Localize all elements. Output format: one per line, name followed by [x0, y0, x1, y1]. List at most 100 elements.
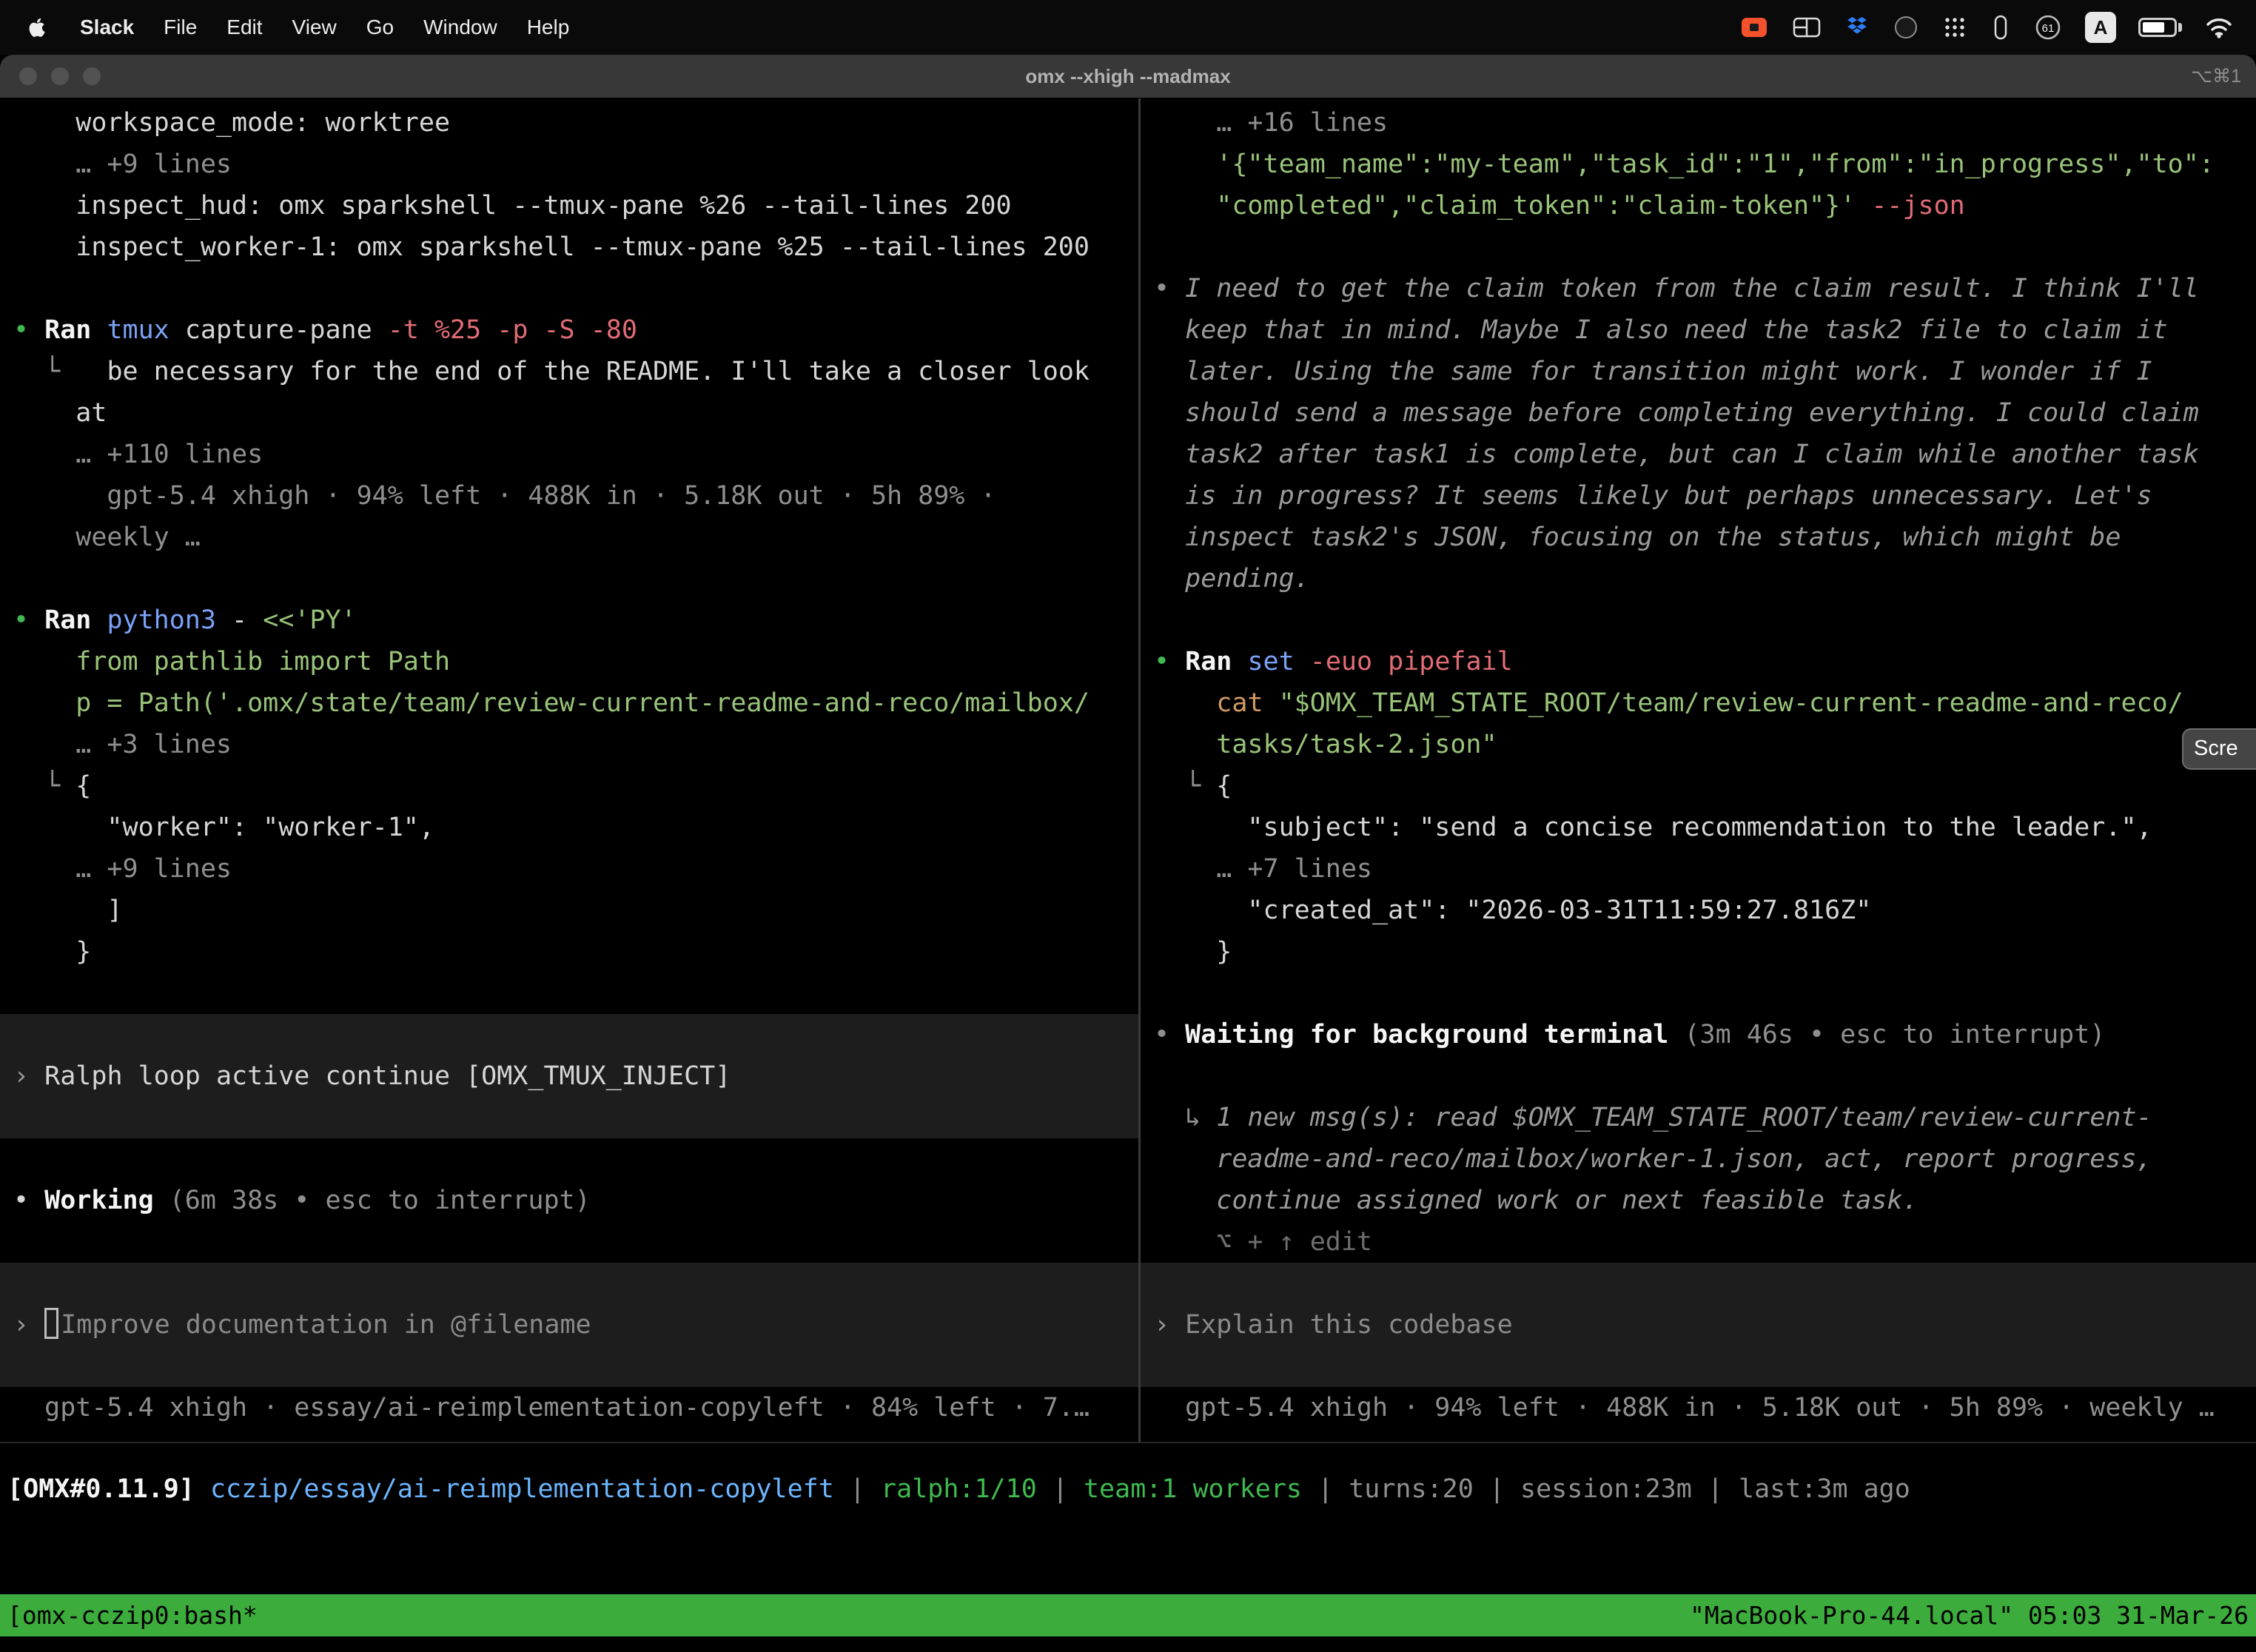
- window-tiling-icon[interactable]: [1792, 0, 1822, 55]
- screen-capture-toast[interactable]: Scre: [2182, 728, 2256, 770]
- text-segment: gpt-5.4 xhigh · essay/ai-reimplementatio…: [13, 1393, 1090, 1423]
- terminal-line: … +16 lines: [1154, 102, 2256, 144]
- text-segment: cczip/essay/ai-reimplementation-copyleft: [210, 1474, 834, 1504]
- text-segment: |: [834, 1474, 881, 1504]
- text-segment: •: [1154, 1020, 1185, 1050]
- menu-item-window[interactable]: Window: [409, 16, 512, 39]
- text-segment: team:1 workers: [1084, 1474, 1302, 1504]
- text-segment: gpt-5.4 xhigh · 94% left · 488K in · 5.1…: [1154, 1393, 2215, 1423]
- text-segment: task2 after task1 is complete, but can I…: [1154, 440, 2199, 469]
- terminal-line: [13, 973, 1138, 1014]
- text-segment: |: [1302, 1474, 1349, 1504]
- text-segment: should send a message before completing …: [1154, 398, 2199, 428]
- terminal-line: "subject": "send a concise recommendatio…: [1154, 807, 2256, 848]
- terminal-line: "created_at": "2026-03-31T11:59:27.816Z": [1154, 890, 2256, 931]
- terminal-line: [1141, 1263, 2256, 1304]
- terminal-line: [1154, 973, 2256, 1014]
- text-segment: tasks/task-2.json": [1154, 730, 1497, 759]
- text-segment: |: [1037, 1474, 1084, 1504]
- menu-item-go[interactable]: Go: [352, 16, 409, 39]
- screen-recording-indicator-icon[interactable]: [1739, 0, 1770, 55]
- text-segment: |: [1474, 1474, 1520, 1504]
- menu-item-edit[interactable]: Edit: [212, 16, 277, 39]
- text-segment: "created_at": "2026-03-31T11:59:27.816Z": [1154, 896, 1871, 925]
- text-segment: [195, 1474, 210, 1504]
- text-segment: [1154, 688, 1216, 718]
- menu-item-view[interactable]: View: [278, 16, 352, 39]
- zoom-button[interactable]: [83, 67, 101, 85]
- terminal-line: … +7 lines: [1154, 848, 2256, 890]
- terminal-line: "worker": "worker-1",: [13, 807, 1138, 848]
- terminal-line: └ be necessary for the end of the README…: [13, 351, 1138, 392]
- apple-menu[interactable]: [22, 15, 65, 40]
- terminal-line: p = Path('.omx/state/team/review-current…: [13, 682, 1138, 724]
- prompt-input[interactable]: › Explain this codebase: [1141, 1304, 2256, 1346]
- input-source-icon[interactable]: A: [2085, 0, 2116, 55]
- window-shortcut-hint: ⌥⌘1: [2191, 65, 2241, 87]
- battery-icon[interactable]: [2138, 0, 2182, 55]
- dots-grid-icon[interactable]: [1941, 0, 1968, 55]
- text-segment: '{"team_name":"my-team","task_id":"1","f…: [1154, 150, 2215, 179]
- window-titlebar[interactable]: omx --xhigh --madmax ⌥⌘1: [0, 55, 2256, 98]
- apple-icon: [27, 15, 49, 40]
- window-bottom-edge: [0, 1636, 2256, 1652]
- terminal-line: gpt-5.4 xhigh · 94% left · 488K in · 5.1…: [1154, 1387, 2256, 1428]
- text-segment: continue assigned work or next feasible …: [1154, 1186, 1918, 1215]
- text-segment: ›: [13, 1310, 44, 1340]
- text-segment: … +9 lines: [13, 854, 232, 884]
- terminal-line: • Working (6m 38s • esc to interrupt): [13, 1180, 1138, 1221]
- text-segment: p = Path('.omx/state/team/review-current…: [13, 688, 1090, 718]
- terminal-pane-right[interactable]: … +16 lines '{"team_name":"my-team","tas…: [1141, 98, 2256, 1442]
- menu-item-help[interactable]: Help: [512, 16, 585, 39]
- text-segment: --json: [1871, 191, 1964, 221]
- terminal-line: from pathlib import Path: [13, 641, 1138, 682]
- terminal-line: [0, 1014, 1138, 1055]
- text-segment: gpt-5.4 xhigh · 94% left · 488K in · 5.1…: [13, 481, 996, 511]
- dropbox-icon[interactable]: [1844, 0, 1870, 55]
- text-segment: inspect_worker-1: omx sparkshell --tmux-…: [13, 232, 1090, 262]
- dark-app-icon[interactable]: [1893, 0, 1919, 55]
- terminal-line: workspace_mode: worktree: [13, 102, 1138, 144]
- text-segment: (3m 46s • esc to interrupt): [1684, 1020, 2105, 1050]
- text-segment: is in progress? It seems likely but perh…: [1154, 481, 2152, 511]
- text-segment: -: [232, 605, 263, 635]
- terminal-line: ]: [13, 890, 1138, 931]
- terminal-line: └ {: [13, 765, 1138, 807]
- terminal-line: }: [13, 931, 1138, 973]
- text-segment: session:23m: [1520, 1474, 1692, 1504]
- text-segment: workspace_mode: worktree: [13, 108, 450, 138]
- text-segment: ›: [1154, 1310, 1185, 1340]
- terminal-line: • I need to get the claim token from the…: [1154, 268, 2256, 309]
- terminal-line: inspect task2's JSON, focusing on the st…: [1154, 517, 2256, 558]
- screen-capture-toast-label: Scre: [2194, 736, 2238, 760]
- battery-percent-gauge-icon[interactable]: 61: [2033, 0, 2063, 55]
- active-app-name[interactable]: Slack: [65, 16, 149, 39]
- terminal-line: [13, 1221, 1138, 1263]
- menu-item-file[interactable]: File: [149, 16, 212, 39]
- text-segment: "worker": "worker-1",: [13, 813, 434, 842]
- text-segment: … +110 lines: [13, 440, 263, 469]
- text-segment: tmux: [107, 315, 184, 345]
- text-segment: |: [1692, 1474, 1739, 1504]
- text-segment: later. Using the same for transition mig…: [1154, 357, 2152, 386]
- terminal-line: gpt-5.4 xhigh · 94% left · 488K in · 5.1…: [13, 475, 1138, 517]
- terminal-line: keep that in mind. Maybe I also need the…: [1154, 309, 2256, 351]
- terminal-line: cat "$OMX_TEAM_STATE_ROOT/team/review-cu…: [1154, 682, 2256, 724]
- sidecar-pill-icon[interactable]: [1990, 0, 2011, 55]
- minimize-button[interactable]: [51, 67, 69, 85]
- terminal-line: • Ran tmux capture-pane -t %25 -p -S -80: [13, 309, 1138, 351]
- terminal-pane-left[interactable]: workspace_mode: worktree … +9 lines insp…: [0, 98, 1138, 1442]
- text-segment: -t %25 -p -S -80: [388, 315, 637, 345]
- close-button[interactable]: [19, 67, 37, 85]
- text-segment: Waiting for background terminal: [1185, 1020, 1684, 1050]
- terminal-line: at: [13, 392, 1138, 434]
- text-segment: keep that in mind. Maybe I also need the…: [1154, 315, 2168, 345]
- omx-status-bar: [OMX#0.11.9] cczip/essay/ai-reimplementa…: [0, 1468, 2256, 1510]
- wifi-icon[interactable]: [2204, 0, 2234, 55]
- tmux-host-clock: "MacBook-Pro-44.local" 05:03 31-Mar-26: [1690, 1595, 2249, 1636]
- text-segment: <<'PY': [263, 605, 356, 635]
- text-segment: Ran: [44, 315, 107, 345]
- prompt-input[interactable]: › Improve documentation in @filename: [0, 1304, 1138, 1346]
- terminal-line: should send a message before completing …: [1154, 392, 2256, 434]
- terminal-content: workspace_mode: worktree … +9 lines insp…: [0, 98, 2256, 1652]
